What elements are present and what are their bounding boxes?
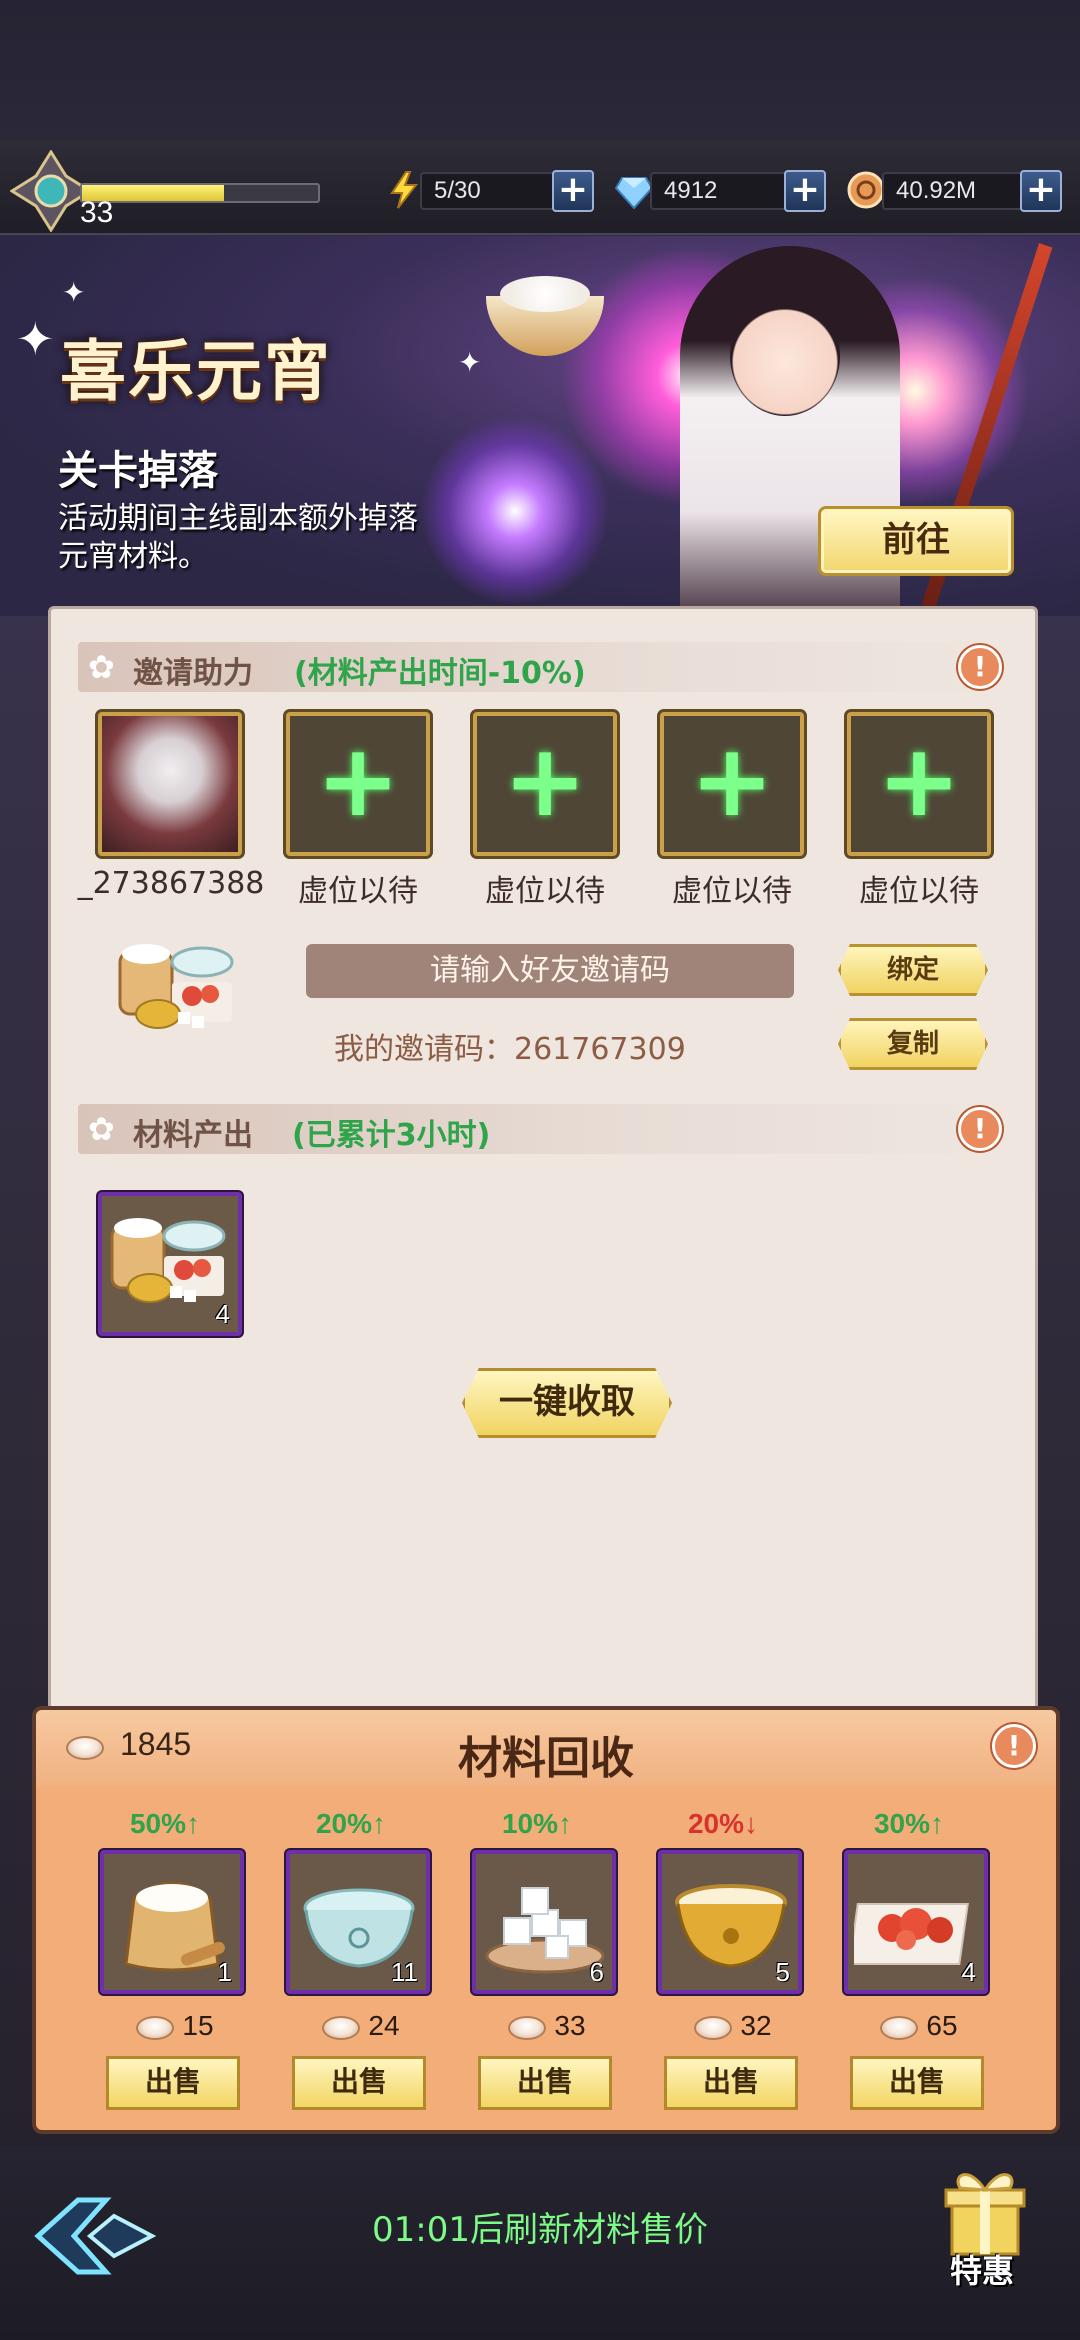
diamond-icon [614, 177, 654, 210]
xp-bar [80, 183, 320, 203]
sell-button[interactable]: 出售 [664, 2056, 798, 2110]
material-count: 5 [775, 1957, 790, 1987]
helper-slot-label: 虚位以待 [672, 874, 792, 909]
bind-button[interactable]: 绑定 [838, 944, 988, 996]
helper-slot-label: 虚位以待 [485, 874, 605, 909]
event-screen: 33 5/30 + 4912 + 40.92M + ✦ ✦ ✦ 喜乐元宵 关卡掉… [0, 0, 1080, 2340]
helper-slot-label: 虚位以待 [859, 874, 979, 909]
goto-button[interactable]: 前往 [818, 506, 1014, 576]
material-count: 1 [217, 1957, 232, 1987]
yuanxiao-materials-icon [118, 944, 234, 1029]
invite-section-header: ✿ 邀请助力 (材料产出时间-10%) ! [78, 642, 1008, 692]
price-trend: 20%↓ [687, 1808, 759, 1839]
add-gems-button[interactable]: + [784, 170, 826, 212]
sell-price: 33 [472, 2010, 622, 2042]
output-section-header: ✿ 材料产出 (已累计3小时) ! [78, 1104, 1008, 1154]
helper-slot-empty[interactable]: + [473, 712, 617, 856]
material-sugar[interactable]: 6 [472, 1850, 616, 1994]
helper-slot-empty[interactable]: + [847, 712, 991, 856]
price-trend: 10%↑ [501, 1808, 573, 1839]
yuanxiao-coin-icon [508, 2015, 547, 2040]
material-count: 11 [391, 1957, 418, 1987]
helper-name: _273867388 [77, 866, 265, 901]
price-trend: 20%↑ [315, 1808, 387, 1839]
material-golden-bowl[interactable]: 5 [658, 1850, 802, 1994]
helper-slot-empty[interactable]: + [660, 712, 804, 856]
gem-value: 4912 [650, 172, 800, 210]
sell-button[interactable]: 出售 [478, 2056, 612, 2110]
sell-button[interactable]: 出售 [106, 2056, 240, 2110]
cloud-ornament-icon: ✿ [88, 1110, 115, 1148]
price-trend: 50%↑ [129, 1808, 201, 1839]
sparkle-icon: ✦ [16, 312, 55, 366]
add-coins-button[interactable]: + [1020, 170, 1062, 212]
lightning-icon [390, 171, 419, 209]
price-refresh-timer: 01:01后刷新材料售价 [372, 2210, 708, 2250]
helper-slot-empty[interactable]: + [286, 712, 430, 856]
collect-all-button[interactable]: 一键收取 [462, 1368, 672, 1438]
output-heading: 材料产出 [133, 1118, 253, 1153]
invite-info-button[interactable]: ! [958, 645, 1002, 689]
price-trend: 30%↑ [873, 1808, 945, 1839]
coin-icon [847, 171, 885, 209]
output-accumulated: (已累计3小时) [292, 1118, 491, 1153]
add-helper-icon: + [316, 722, 400, 839]
output-item-count: 4 [215, 1299, 230, 1329]
my-invite-code: 我的邀请码：261767309 [334, 1032, 686, 1067]
sell-price: 65 [844, 2010, 994, 2042]
yuanxiao-coin-icon [322, 2015, 361, 2040]
recycle-info-button[interactable]: ! [992, 1724, 1036, 1768]
helper-slot-label: 虚位以待 [298, 874, 418, 909]
yuanxiao-coin-icon [136, 2015, 175, 2040]
add-stamina-button[interactable]: + [552, 170, 594, 212]
sell-button[interactable]: 出售 [292, 2056, 426, 2110]
helper-avatar [102, 716, 238, 852]
output-item[interactable]: 4 [98, 1192, 242, 1336]
coin-value: 40.92M [882, 172, 1042, 210]
add-helper-icon: + [877, 722, 961, 839]
material-count: 4 [961, 1957, 976, 1987]
event-title: 喜乐元宵 [60, 332, 332, 410]
helper-slot-filled[interactable] [98, 712, 242, 856]
event-description: 活动期间主线副本额外掉落元宵材料。 [58, 501, 418, 574]
yuanxiao-coin-icon [880, 2015, 919, 2040]
stamina-value: 5/30 [420, 172, 570, 210]
flour-sack-icon [124, 1881, 225, 1972]
yuanxiao-coin-icon [694, 2015, 733, 2040]
output-info-button[interactable]: ! [958, 1107, 1002, 1151]
add-helper-icon: + [690, 722, 774, 839]
add-helper-icon: + [503, 722, 587, 839]
special-offer-label: 特惠 [950, 2252, 1015, 2290]
golden-bowl-icon [675, 1884, 787, 1968]
sell-price: 32 [658, 2010, 808, 2042]
invite-bonus: (材料产出时间-10%) [294, 656, 586, 691]
copy-button[interactable]: 复制 [838, 1018, 988, 1070]
sparkle-icon: ✦ [62, 276, 86, 309]
material-water[interactable]: 11 [286, 1850, 430, 1994]
invite-heading: 邀请助力 [133, 656, 253, 691]
material-red-filling[interactable]: 4 [844, 1850, 988, 1994]
sparkle-icon: ✦ [458, 346, 482, 379]
event-subtitle: 关卡掉落 [58, 448, 218, 494]
invite-code-input[interactable]: 请输入好友邀请码 [306, 944, 794, 998]
sell-price: 24 [286, 2010, 436, 2042]
sell-button[interactable]: 出售 [850, 2056, 984, 2110]
sell-price: 15 [100, 2010, 250, 2042]
material-flour[interactable]: 1 [100, 1850, 244, 1994]
cloud-ornament-icon: ✿ [88, 648, 115, 686]
recycle-title: 材料回收 [458, 1733, 634, 1784]
player-level: 33 [80, 196, 114, 229]
material-count: 6 [589, 1957, 604, 1987]
